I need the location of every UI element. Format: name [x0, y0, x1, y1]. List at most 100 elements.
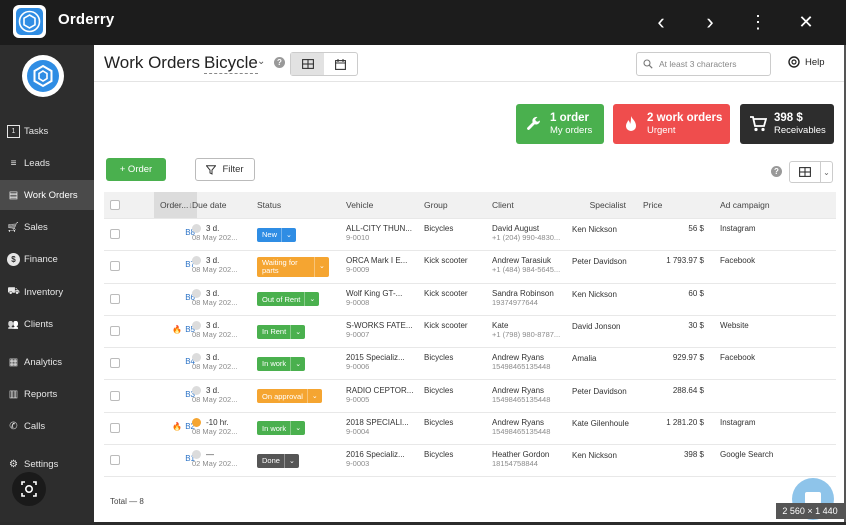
- specialist-cell: Ken Nickson: [572, 284, 630, 315]
- column-header-2[interactable]: Status: [257, 192, 337, 218]
- forward-icon[interactable]: ›: [697, 9, 723, 35]
- price-cell: 288.64 $: [637, 381, 712, 412]
- due-remaining: 3 d.: [206, 385, 220, 395]
- status-label: Waiting for parts: [262, 257, 298, 275]
- chevron-down-icon: ⌄: [283, 453, 299, 468]
- search-placeholder: At least 3 characters: [659, 59, 737, 69]
- row-checkbox[interactable]: [110, 261, 120, 272]
- clock-icon: [192, 320, 201, 330]
- add-order-button[interactable]: + Order: [106, 158, 166, 181]
- sidebar-item-label: Tasks: [24, 125, 49, 137]
- column-header-1[interactable]: Due date: [192, 192, 250, 218]
- status-label: On approval: [262, 391, 303, 401]
- column-header-5[interactable]: Client: [492, 192, 563, 218]
- card-subtitle: Urgent: [647, 124, 676, 136]
- group-cell: Bicycles: [424, 445, 490, 476]
- sidebar-item-label: Clients: [24, 318, 54, 330]
- summary-card-urgent[interactable]: 2 work orders Urgent: [613, 104, 730, 144]
- close-icon[interactable]: ✕: [793, 9, 819, 35]
- select-all-checkbox[interactable]: [110, 200, 120, 210]
- table-row[interactable]: B4 3 d. 08 May 202... In work ⌄ 2015 Speciali…: [104, 348, 836, 381]
- table-row[interactable]: B7 3 d. 08 May 202... Waiting for parts ⌄ ORC…: [104, 251, 836, 284]
- more-icon[interactable]: ⋮: [745, 9, 771, 35]
- group-label: Bicycles: [424, 417, 454, 427]
- column-header-3[interactable]: Vehicle: [346, 192, 417, 218]
- status-badge[interactable]: Out of Rent ⌄: [257, 292, 320, 307]
- due-line: 3 d.: [192, 385, 256, 395]
- row-checkbox[interactable]: [110, 293, 120, 304]
- chevron-down-icon[interactable]: ⌄: [257, 56, 265, 67]
- client-name: Heather Gordon: [492, 450, 550, 460]
- column-header-6[interactable]: Specialist: [572, 192, 634, 218]
- filter-button[interactable]: Filter: [195, 158, 255, 181]
- specialist-name: Ken Nickson: [572, 289, 617, 299]
- status-cell: In Rent ⌄: [257, 316, 343, 347]
- column-header-4[interactable]: Group: [424, 192, 484, 218]
- vehicle-cell: ORCA Mark I E... 9-0009: [346, 251, 423, 282]
- price-cell: 929.97 $: [637, 348, 712, 379]
- screenshot-button[interactable]: [12, 472, 46, 506]
- client-name: Andrew Ryans: [492, 353, 545, 363]
- column-header-8[interactable]: Ad campaign: [720, 192, 792, 218]
- column-header-0[interactable]: Order... ↓: [154, 192, 197, 218]
- sidebar-item-analytics[interactable]: ▦ Analytics: [0, 347, 94, 377]
- back-icon[interactable]: ‹: [648, 9, 674, 35]
- sidebar-item-work-orders[interactable]: ▤ Work Orders: [0, 180, 94, 210]
- sidebar-item-calls[interactable]: ✆ Calls: [0, 411, 94, 441]
- column-header-7[interactable]: Price: [643, 192, 712, 218]
- app-logo: [13, 5, 46, 38]
- sidebar-item-sales[interactable]: 🛒 Sales: [0, 212, 94, 242]
- status-badge[interactable]: New ⌄: [257, 227, 296, 242]
- due-date: 02 May 202...: [192, 459, 238, 469]
- work-orders-icon: ▤: [8, 189, 19, 201]
- group-label: Kick scooter: [424, 256, 468, 266]
- table-view-icon[interactable]: [291, 53, 324, 75]
- row-checkbox[interactable]: [110, 325, 120, 336]
- vehicle-name: 2016 Specializ...: [346, 450, 405, 460]
- table-row[interactable]: 🔥 B5 3 d. 08 May 202... In Rent ⌄ S-WORKS FATE…: [104, 316, 836, 349]
- page-title: Work Orders: [104, 53, 201, 72]
- table-row[interactable]: B3 3 d. 08 May 202... On approval ⌄ RADIO CEP…: [104, 381, 836, 413]
- specialist-cell: David Jonson: [572, 316, 630, 347]
- status-badge[interactable]: Done ⌄: [257, 453, 299, 468]
- client-phone: 19374977644: [492, 297, 538, 307]
- help-question-icon[interactable]: ?: [771, 166, 782, 177]
- sidebar-item-label: Reports: [24, 388, 58, 400]
- status-label: New: [262, 230, 278, 240]
- row-checkbox[interactable]: [110, 455, 120, 466]
- status-badge[interactable]: In work ⌄: [257, 356, 306, 371]
- summary-card-receivables[interactable]: 398 $ Receivables: [740, 104, 834, 144]
- sidebar-item-reports[interactable]: ▥ Reports: [0, 379, 94, 409]
- sidebar-item-clients[interactable]: 👥 Clients: [0, 309, 94, 339]
- status-badge[interactable]: In work ⌄: [257, 421, 306, 436]
- summary-card-my orders[interactable]: 1 order My orders: [516, 104, 604, 144]
- department-selector[interactable]: Bicycle: [204, 53, 258, 74]
- column-header-label: Status: [257, 200, 282, 210]
- status-badge[interactable]: Waiting for parts ⌄: [257, 256, 329, 277]
- search-input[interactable]: At least 3 characters: [636, 52, 771, 76]
- help-question-icon[interactable]: ?: [274, 57, 285, 68]
- due-date-cell: —02 May 202...: [192, 445, 256, 476]
- row-checkbox[interactable]: [110, 229, 120, 239]
- table-row[interactable]: B8 3 d. 08 May 202... New ⌄ ALL-CITY THUN... 9…: [104, 219, 836, 252]
- table-row[interactable]: B6 3 d. 08 May 202... Out of Rent ⌄ Wolf King…: [104, 284, 836, 316]
- status-badge[interactable]: On approval ⌄: [257, 389, 322, 404]
- calendar-view-icon[interactable]: [324, 53, 357, 75]
- sidebar-item-leads[interactable]: ≡ Leads: [0, 148, 94, 178]
- row-checkbox[interactable]: [110, 358, 120, 369]
- help-button[interactable]: Help: [788, 56, 825, 68]
- sidebar-item-tasks[interactable]: 1 Tasks: [0, 116, 94, 146]
- status-badge[interactable]: In Rent ⌄: [257, 324, 306, 339]
- table-row[interactable]: 🔥 B2 -10 hr. 08 May 202... In work ⌄ 2018 SPEC…: [104, 413, 836, 446]
- due-date-cell: 3 d. 08 May 202...: [192, 219, 256, 250]
- client-name: David August: [492, 224, 540, 233]
- row-checkbox[interactable]: [110, 390, 120, 401]
- row-checkbox[interactable]: [110, 422, 120, 433]
- table-settings-button[interactable]: ⌄: [789, 161, 833, 183]
- ad-campaign-cell: Google Search: [720, 445, 798, 476]
- sidebar-item-inventory[interactable]: ⛟ Inventory: [0, 277, 94, 307]
- due-remaining: -10 hr.: [206, 417, 229, 427]
- table-row[interactable]: B1—02 May 202... Done ⌄ 2016 Specializ... 9-…: [104, 445, 836, 478]
- sidebar-item-finance[interactable]: $ Finance: [0, 244, 94, 274]
- status-cell: In work ⌄: [257, 413, 343, 444]
